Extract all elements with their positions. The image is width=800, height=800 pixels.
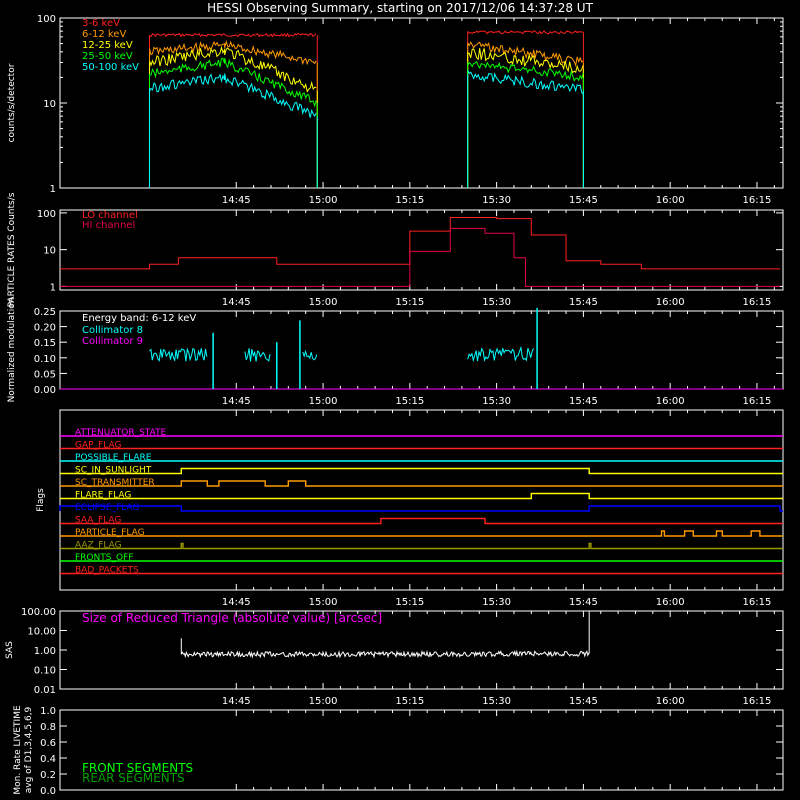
x-tick-label: 15:45 [569, 597, 598, 608]
x-tick-label: 15:45 [569, 396, 598, 407]
x-tick-label: 14:45 [222, 696, 251, 707]
x-tick-label: 16:00 [656, 396, 685, 407]
x-tick-label: 16:15 [743, 297, 772, 308]
x-tick-label: 15:30 [482, 195, 511, 206]
x-tick-label: 15:15 [395, 396, 424, 407]
y-tick-label: 0.00 [34, 385, 56, 396]
flag-label: ATTENUATOR_STATE [75, 428, 167, 438]
y-tick-label: 1.00 [34, 646, 56, 657]
legend-entry: 50-100 keV [82, 62, 139, 73]
legend-entry: HI channel [82, 220, 135, 231]
y-tick-label: 0.25 [34, 307, 56, 318]
flag-label: SAA_FLAG [75, 516, 121, 526]
y-tick-label: 0.05 [34, 369, 56, 380]
x-tick-label: 15:00 [309, 297, 338, 308]
legend-entry: 3-6 keV [82, 18, 120, 29]
x-tick-label: 15:15 [395, 297, 424, 308]
x-tick-label: 14:45 [222, 195, 251, 206]
x-tick-label: 15:00 [309, 195, 338, 206]
y-tick-label: 0.0 [40, 786, 56, 797]
x-tick-label: 16:00 [656, 195, 685, 206]
legend-entry: 12-25 keV [82, 40, 133, 51]
y-tick-label: 10 [43, 99, 56, 110]
legend-entry: Collimator 9 [82, 336, 143, 347]
hessi-summary-chart: HESSI Observing Summary, starting on 201… [0, 0, 800, 800]
y-tick-label: 1 [50, 282, 56, 293]
x-tick-label: 15:45 [569, 195, 598, 206]
flag-label: ECLIPSE_FLAG [75, 503, 139, 513]
y-tick-label: 1 [50, 184, 56, 195]
flag-label: BAD_PACKETS [75, 566, 139, 576]
chart-title: HESSI Observing Summary, starting on 201… [207, 1, 593, 15]
y-tick-label: 0.10 [34, 666, 56, 677]
y-tick-label: 100 [37, 209, 56, 220]
y-axis-label-part: Mon. Rate LIVETIME [13, 705, 23, 795]
x-tick-label: 15:45 [569, 297, 598, 308]
panel-annotation: Size of Reduced Triangle (absolute value… [82, 611, 382, 625]
x-tick-label: 16:15 [743, 195, 772, 206]
x-tick-label: 15:00 [309, 696, 338, 707]
x-tick-label: 15:30 [482, 396, 511, 407]
legend-entry: Collimator 8 [82, 325, 143, 336]
x-tick-label: 15:00 [309, 396, 338, 407]
x-tick-label: 15:00 [309, 597, 338, 608]
flag-label: POSSIBLE_FLARE [75, 453, 152, 463]
legend-entry: REAR SEGMENTS [82, 771, 185, 785]
y-axis-label: Normalized modulation [7, 298, 17, 403]
flag-label: FLARE_FLAG [75, 491, 131, 501]
flag-label: SC_TRANSMITTER [75, 478, 155, 488]
x-tick-label: 15:30 [482, 297, 511, 308]
x-tick-label: 15:15 [395, 597, 424, 608]
y-axis-label-part: avg of D1,3,4,5,6,9 [24, 706, 34, 793]
y-tick-label: 0.2 [40, 770, 56, 781]
flag-label: PARTICLE_FLAG [75, 528, 145, 538]
x-tick-label: 16:15 [743, 597, 772, 608]
y-tick-label: 0.20 [34, 323, 56, 334]
legend-entry: 6-12 keV [82, 29, 126, 40]
y-tick-label: 1.0 [40, 706, 56, 717]
x-tick-label: 16:00 [656, 696, 685, 707]
flag-label: GAP_FLAG [75, 441, 121, 451]
x-tick-label: 15:15 [395, 195, 424, 206]
flag-label: AAZ_FLAG [75, 541, 122, 551]
flag-label: SC_IN_SUNLIGHT [75, 466, 152, 476]
x-tick-label: 15:30 [482, 597, 511, 608]
y-axis-label: SAS [5, 641, 15, 659]
y-axis-label: counts/s/detector [7, 63, 17, 142]
y-axis-label: Flags [36, 488, 46, 512]
x-tick-label: 16:15 [743, 696, 772, 707]
flag-label: FRONTS_OFF [75, 553, 133, 563]
x-tick-label: 16:15 [743, 396, 772, 407]
y-tick-label: 0.10 [34, 354, 56, 365]
legend-entry: 25-50 keV [82, 51, 133, 62]
y-tick-label: 0.6 [40, 738, 56, 749]
x-tick-label: 16:00 [656, 597, 685, 608]
y-tick-label: 0.15 [34, 338, 56, 349]
y-tick-label: 100.00 [21, 607, 56, 618]
x-tick-label: 14:45 [222, 396, 251, 407]
y-tick-label: 0.01 [34, 685, 56, 696]
x-tick-label: 14:45 [222, 597, 251, 608]
y-tick-label: 0.8 [40, 722, 56, 733]
y-tick-label: 100 [37, 14, 56, 25]
x-tick-label: 15:45 [569, 696, 598, 707]
y-tick-label: 10 [43, 246, 56, 257]
y-tick-label: 0.4 [40, 754, 56, 765]
x-tick-label: 16:00 [656, 297, 685, 308]
panel-annotation: Energy band: 6-12 keV [82, 313, 196, 324]
y-axis-label: PARTICLE RATES Counts/s [7, 192, 17, 307]
x-tick-label: 14:45 [222, 297, 251, 308]
x-tick-label: 15:15 [395, 696, 424, 707]
x-tick-label: 15:30 [482, 696, 511, 707]
y-tick-label: 10.00 [27, 627, 56, 638]
